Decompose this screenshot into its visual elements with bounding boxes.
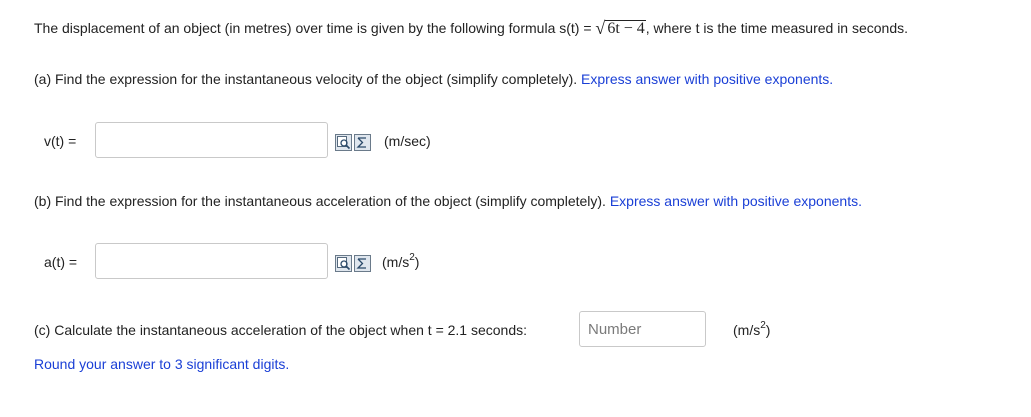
formula-radicand: 6t − 4	[605, 20, 646, 37]
velocity-input[interactable]	[95, 122, 328, 158]
intro-text-after: , where t is the time measured in second…	[645, 20, 909, 36]
part-a-hint: Express answer with positive exponents.	[581, 71, 834, 87]
equation-editor-icon[interactable]	[354, 255, 371, 272]
equation-editor-icon[interactable]	[354, 134, 371, 151]
preview-icon[interactable]	[335, 134, 352, 151]
part-b-hint: Express answer with positive exponents.	[609, 193, 862, 209]
acceleration-input[interactable]	[95, 243, 328, 279]
part-a-question: (a) Find the expression for the instanta…	[34, 71, 834, 87]
preview-icon[interactable]	[335, 255, 352, 272]
velocity-unit: (m/sec)	[384, 133, 431, 149]
part-b-question: (b) Find the expression for the instanta…	[34, 193, 862, 209]
velocity-label: v(t) =	[44, 133, 77, 149]
acceleration-label: a(t) =	[44, 254, 78, 270]
sqrt-formula: √ 6t − 4	[595, 18, 646, 38]
problem-statement: The displacement of an object (in metres…	[34, 18, 908, 39]
acceleration-unit: (m/s2)	[382, 252, 420, 270]
part-c-unit: (m/s2)	[733, 320, 771, 338]
intro-text: The displacement of an object (in metres…	[34, 20, 596, 36]
part-c-question: (c) Calculate the instantaneous accelera…	[34, 322, 528, 338]
number-input[interactable]	[579, 311, 706, 347]
rounding-note: Round your answer to 3 significant digit…	[34, 356, 290, 372]
